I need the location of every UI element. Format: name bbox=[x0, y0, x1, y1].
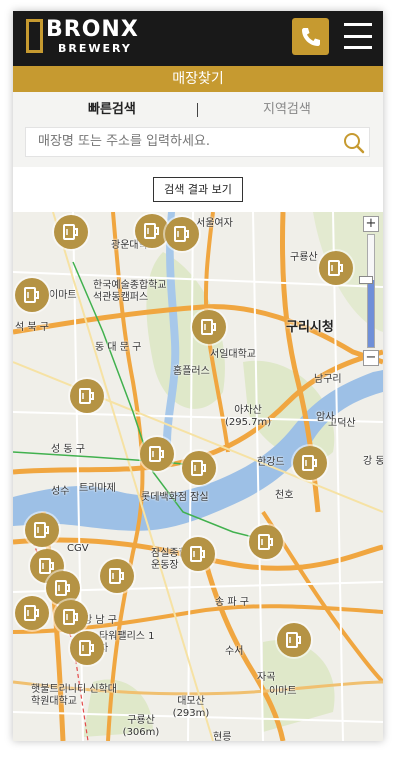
store-pin[interactable] bbox=[192, 310, 226, 344]
beer-mug-icon bbox=[174, 226, 189, 242]
beer-mug-icon bbox=[191, 460, 206, 476]
mobile-frame: BRONX BREWERY 매장찾기 빠른검색 지역검색 검색 결과 보기 bbox=[13, 11, 383, 741]
store-pin[interactable] bbox=[319, 251, 353, 285]
logo-bracket-icon bbox=[26, 19, 43, 53]
map-label: 한국예술종합학교 석관동캠퍼스 bbox=[93, 280, 167, 303]
page-title: 매장찾기 bbox=[13, 66, 383, 92]
tab-quick-search[interactable]: 빠른검색 bbox=[88, 92, 136, 128]
beer-mug-icon bbox=[39, 558, 54, 574]
map-label: 수서 bbox=[225, 646, 244, 657]
store-pin[interactable] bbox=[15, 596, 49, 630]
map-label: 이마트 bbox=[49, 290, 77, 301]
beer-mug-icon bbox=[201, 319, 216, 335]
map-label: 천호 bbox=[275, 490, 294, 501]
beer-mug-icon bbox=[63, 224, 78, 240]
store-pin[interactable] bbox=[140, 437, 174, 471]
map-label: 아차산 (295.7m) bbox=[225, 405, 272, 428]
beer-mug-icon bbox=[79, 640, 94, 656]
map-label: 구룡산 (306m) bbox=[122, 715, 160, 738]
store-pin[interactable] bbox=[249, 525, 283, 559]
beer-mug-icon bbox=[63, 609, 78, 625]
map-label: 강 동 bbox=[363, 456, 383, 467]
map-label: 서일대학교 bbox=[210, 349, 256, 360]
store-pin[interactable] bbox=[54, 600, 88, 634]
hamburger-menu-button[interactable] bbox=[344, 23, 372, 49]
phone-button[interactable] bbox=[292, 18, 329, 55]
map-label: 타워팰리스 1차 bbox=[99, 631, 155, 654]
map-label: 구룡산 bbox=[290, 252, 318, 263]
map-label: 송 파 구 bbox=[215, 597, 249, 608]
search-input[interactable] bbox=[38, 128, 318, 156]
map-label: 강 남 구 bbox=[83, 615, 117, 626]
beer-mug-icon bbox=[79, 388, 94, 404]
logo-subtext: BREWERY bbox=[58, 42, 132, 55]
search-tabs: 빠른검색 지역검색 bbox=[13, 92, 383, 128]
map-label: 동 대 문 구 bbox=[95, 342, 142, 353]
menu-line-icon bbox=[344, 34, 372, 38]
store-pin[interactable] bbox=[293, 446, 327, 480]
map-label: 현릉 bbox=[213, 732, 232, 741]
store-pin[interactable] bbox=[100, 559, 134, 593]
beer-mug-icon bbox=[258, 534, 273, 550]
map-label: 석 북 구 bbox=[15, 322, 49, 333]
zoom-in-button[interactable]: + bbox=[363, 216, 379, 232]
beer-mug-icon bbox=[328, 260, 343, 276]
store-pin[interactable] bbox=[70, 379, 104, 413]
store-pin[interactable] bbox=[165, 217, 199, 251]
zoom-level-fill bbox=[368, 279, 374, 347]
map-label: CGV bbox=[67, 543, 89, 554]
menu-line-icon bbox=[344, 46, 372, 49]
map-label: 성수 bbox=[51, 486, 70, 497]
result-area: 검색 결과 보기 bbox=[13, 167, 383, 212]
map-label: 햇불트리니티 신학대학원대학교 bbox=[31, 684, 117, 707]
beer-mug-icon bbox=[302, 455, 317, 471]
beer-mug-icon bbox=[144, 223, 159, 239]
search-box bbox=[25, 127, 370, 157]
store-pin[interactable] bbox=[54, 215, 88, 249]
beer-mug-icon bbox=[24, 605, 39, 621]
search-icon[interactable] bbox=[343, 132, 365, 154]
beer-mug-icon bbox=[34, 522, 49, 538]
map-label: 서울여자 bbox=[196, 218, 233, 229]
phone-icon bbox=[301, 27, 320, 46]
store-pin[interactable] bbox=[25, 513, 59, 547]
map-label: 홈플러스 bbox=[173, 366, 210, 377]
store-pin[interactable] bbox=[15, 278, 49, 312]
map-label: 구리시청 bbox=[286, 320, 334, 335]
map-label: 트리마제 bbox=[79, 483, 116, 494]
store-map[interactable]: 서울여자 광운대학교 구룡산 이마트 한국예술종합학교 석관동캠퍼스 석 북 구… bbox=[13, 212, 383, 741]
map-label: 남구리 bbox=[314, 374, 342, 385]
beer-mug-icon bbox=[286, 632, 301, 648]
map-label: 성 동 구 bbox=[51, 444, 85, 455]
store-pin[interactable] bbox=[181, 537, 215, 571]
store-pin[interactable] bbox=[135, 214, 169, 248]
tab-divider bbox=[197, 103, 198, 117]
menu-line-icon bbox=[344, 23, 372, 26]
map-label: 대모산 (293m) bbox=[172, 696, 210, 719]
store-pin[interactable] bbox=[182, 451, 216, 485]
beer-mug-icon bbox=[190, 546, 205, 562]
map-label: 이마트 bbox=[269, 686, 297, 697]
map-label: 자곡 bbox=[257, 672, 276, 683]
map-label: 한강드 bbox=[257, 457, 285, 468]
zoom-out-button[interactable]: − bbox=[363, 350, 379, 366]
beer-mug-icon bbox=[109, 568, 124, 584]
show-results-button[interactable]: 검색 결과 보기 bbox=[153, 177, 243, 202]
beer-mug-icon bbox=[149, 446, 164, 462]
zoom-control: + − bbox=[359, 216, 379, 366]
beer-mug-icon bbox=[24, 287, 39, 303]
top-header: BRONX BREWERY bbox=[13, 11, 383, 66]
logo-text[interactable]: BRONX bbox=[46, 17, 139, 43]
tab-region-search[interactable]: 지역검색 bbox=[263, 92, 311, 128]
store-pin[interactable] bbox=[70, 631, 104, 665]
map-label: 암사 bbox=[316, 412, 335, 423]
zoom-slider[interactable] bbox=[367, 234, 375, 348]
map-label: 롯데백화점 잠실 bbox=[141, 492, 209, 503]
store-pin[interactable] bbox=[277, 623, 311, 657]
zoom-handle[interactable] bbox=[359, 275, 373, 284]
beer-mug-icon bbox=[55, 580, 70, 596]
